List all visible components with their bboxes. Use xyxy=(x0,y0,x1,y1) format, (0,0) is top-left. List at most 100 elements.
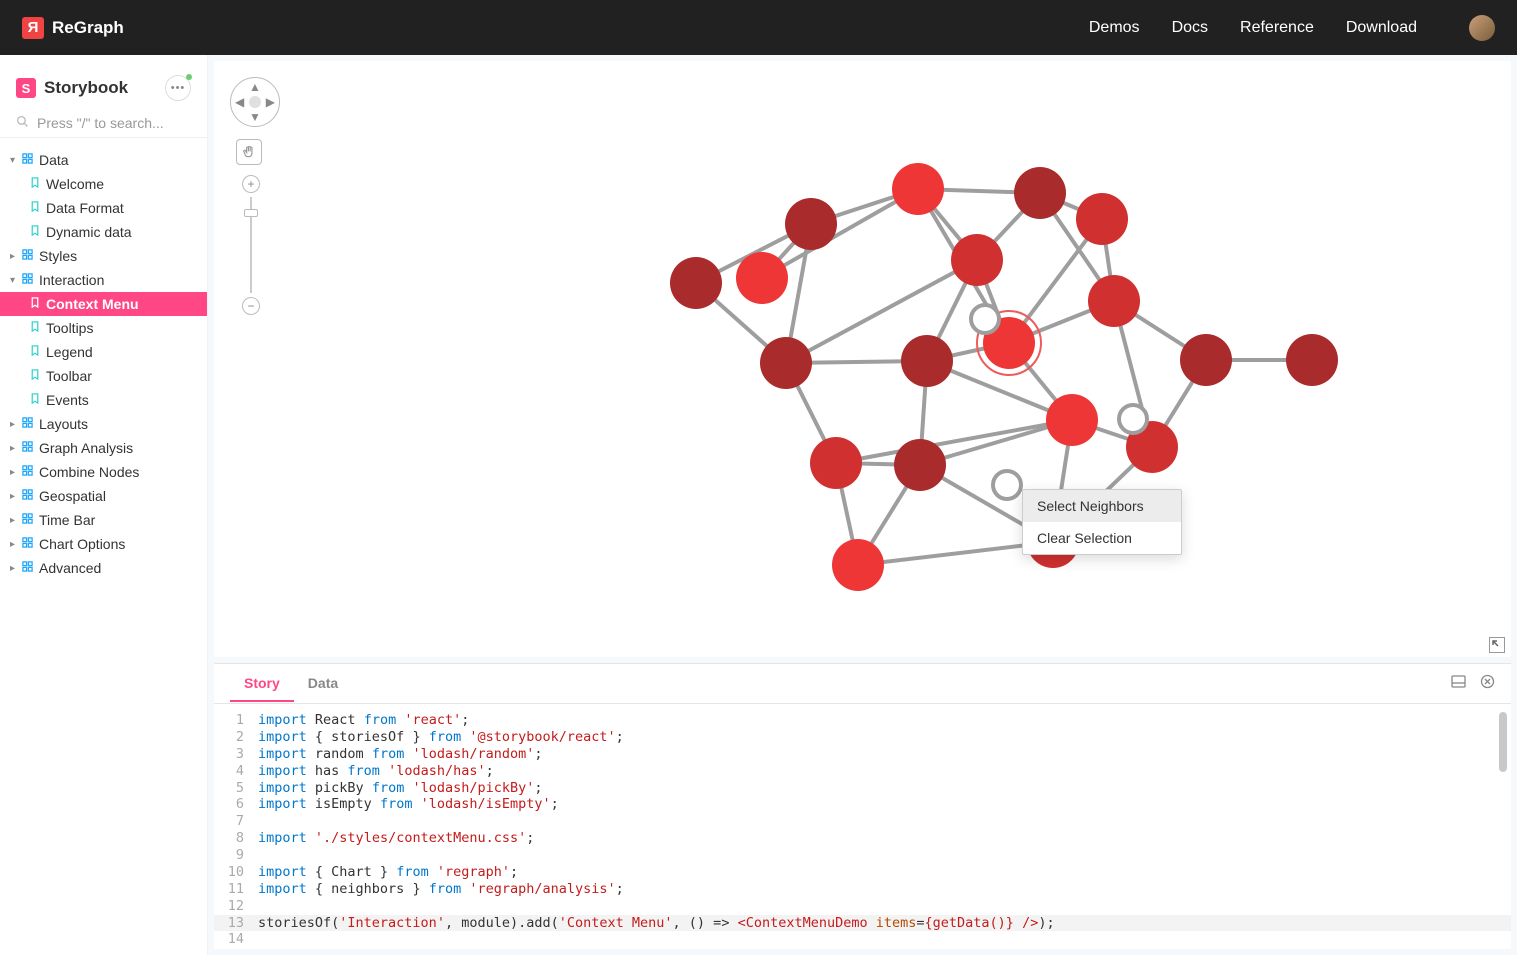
graph-node[interactable] xyxy=(1286,334,1338,386)
graph-node[interactable] xyxy=(892,163,944,215)
tab-data[interactable]: Data xyxy=(294,665,352,702)
caret-icon: ▾ xyxy=(10,275,20,286)
caret-icon: ▸ xyxy=(10,515,20,526)
context-menu-item-clear-selection[interactable]: Clear Selection xyxy=(1023,522,1181,554)
sidebar-menu-button[interactable]: ••• xyxy=(165,75,191,101)
bookmark-icon xyxy=(30,297,40,311)
line-number: 11 xyxy=(214,881,258,898)
item-label: Welcome xyxy=(46,176,104,192)
code-line: 6import isEmpty from 'lodash/isEmpty'; xyxy=(214,796,1511,813)
brand: Я ReGraph xyxy=(22,17,124,39)
scrollbar-thumb[interactable] xyxy=(1499,712,1507,772)
sidebar-item-context-menu[interactable]: Context Menu xyxy=(0,292,207,316)
graph-canvas[interactable]: ▲ ▼ ◀ ▶ + − Select NeighborsClear Select… xyxy=(214,61,1511,657)
code-viewer[interactable]: 1import React from 'react';2import { sto… xyxy=(214,704,1511,949)
pan-left-icon[interactable]: ◀ xyxy=(235,95,244,109)
caret-icon: ▸ xyxy=(10,539,20,550)
sidebar-item-events[interactable]: Events xyxy=(0,388,207,412)
code-line: 13storiesOf('Interaction', module).add('… xyxy=(214,915,1511,932)
sidebar-tree: ▾DataWelcomeData FormatDynamic data▸Styl… xyxy=(0,148,207,580)
nav-reference[interactable]: Reference xyxy=(1240,19,1314,37)
panel-position-icon[interactable] xyxy=(1451,675,1466,692)
sidebar-group-interaction[interactable]: ▾Interaction xyxy=(0,268,207,292)
avatar[interactable] xyxy=(1469,15,1495,41)
sidebar-group-chart-options[interactable]: ▸Chart Options xyxy=(0,532,207,556)
group-label: Layouts xyxy=(39,416,88,432)
sidebar-item-tooltips[interactable]: Tooltips xyxy=(0,316,207,340)
brand-text: ReGraph xyxy=(52,18,124,38)
sidebar-item-legend[interactable]: Legend xyxy=(0,340,207,364)
pan-control[interactable]: ▲ ▼ ◀ ▶ xyxy=(230,77,280,127)
line-number: 6 xyxy=(214,796,258,813)
search-input[interactable] xyxy=(37,115,191,131)
code-line: 7 xyxy=(214,813,1511,830)
sidebar-search xyxy=(0,111,207,138)
graph-node[interactable] xyxy=(785,198,837,250)
line-number: 8 xyxy=(214,830,258,847)
bookmark-icon xyxy=(30,201,40,215)
sidebar-group-graph-analysis[interactable]: ▸Graph Analysis xyxy=(0,436,207,460)
graph-node[interactable] xyxy=(1119,405,1147,433)
group-label: Time Bar xyxy=(39,512,95,528)
graph-node[interactable] xyxy=(1180,334,1232,386)
bookmark-icon xyxy=(30,177,40,191)
sidebar-group-layouts[interactable]: ▸Layouts xyxy=(0,412,207,436)
context-menu-item-select-neighbors[interactable]: Select Neighbors xyxy=(1023,490,1181,522)
code-content: import './styles/contextMenu.css'; xyxy=(258,830,534,847)
sidebar-item-dynamic-data[interactable]: Dynamic data xyxy=(0,220,207,244)
brand-logo: Я xyxy=(22,17,44,39)
nav-demos[interactable]: Demos xyxy=(1089,19,1140,37)
top-header: Я ReGraph Demos Docs Reference Download xyxy=(0,0,1517,55)
line-number: 1 xyxy=(214,712,258,729)
caret-icon: ▸ xyxy=(10,467,20,478)
graph-node[interactable] xyxy=(901,335,953,387)
caret-icon: ▸ xyxy=(10,563,20,574)
pan-right-icon[interactable]: ▶ xyxy=(266,95,275,109)
expand-canvas-button[interactable] xyxy=(1489,637,1505,653)
graph-node[interactable] xyxy=(760,337,812,389)
graph-node[interactable] xyxy=(971,305,999,333)
sidebar-group-time-bar[interactable]: ▸ Time Bar xyxy=(0,508,207,532)
graph-node[interactable] xyxy=(1046,394,1098,446)
grid-icon xyxy=(22,537,33,551)
code-content: import { neighbors } from 'regraph/analy… xyxy=(258,881,624,898)
bookmark-icon xyxy=(30,369,40,383)
graph-node[interactable] xyxy=(1088,275,1140,327)
group-label: Data xyxy=(39,152,69,168)
graph-node[interactable] xyxy=(810,437,862,489)
sidebar-group-advanced[interactable]: ▸Advanced xyxy=(0,556,207,580)
item-label: Tooltips xyxy=(46,320,93,336)
graph-node[interactable] xyxy=(670,257,722,309)
sidebar-group-combine-nodes[interactable]: ▸Combine Nodes xyxy=(0,460,207,484)
line-number: 5 xyxy=(214,780,258,797)
graph-node[interactable] xyxy=(736,252,788,304)
zoom-out-button[interactable]: − xyxy=(242,297,260,315)
code-line: 14 xyxy=(214,931,1511,948)
graph-edge[interactable] xyxy=(762,189,918,278)
sidebar-item-toolbar[interactable]: Toolbar xyxy=(0,364,207,388)
hand-tool[interactable] xyxy=(236,139,262,165)
zoom-handle[interactable] xyxy=(244,209,258,217)
pan-up-icon[interactable]: ▲ xyxy=(249,80,261,94)
graph-node[interactable] xyxy=(894,439,946,491)
nav-download[interactable]: Download xyxy=(1346,19,1417,37)
sidebar-group-styles[interactable]: ▸Styles xyxy=(0,244,207,268)
pan-center-icon[interactable] xyxy=(249,96,261,108)
graph-node[interactable] xyxy=(1076,193,1128,245)
nav-docs[interactable]: Docs xyxy=(1172,19,1208,37)
sidebar: S Storybook ••• ▾DataWelcomeData FormatD… xyxy=(0,55,208,955)
zoom-slider[interactable] xyxy=(250,197,252,293)
graph-node[interactable] xyxy=(1014,167,1066,219)
tab-story[interactable]: Story xyxy=(230,665,294,702)
panel-close-icon[interactable] xyxy=(1480,674,1495,693)
sidebar-group-data[interactable]: ▾Data xyxy=(0,148,207,172)
zoom-in-button[interactable]: + xyxy=(242,175,260,193)
code-line: 8import './styles/contextMenu.css'; xyxy=(214,830,1511,847)
sidebar-group-geospatial[interactable]: ▸Geospatial xyxy=(0,484,207,508)
sidebar-item-data-format[interactable]: Data Format xyxy=(0,196,207,220)
sidebar-item-welcome[interactable]: Welcome xyxy=(0,172,207,196)
graph-node[interactable] xyxy=(993,471,1021,499)
graph-node[interactable] xyxy=(832,539,884,591)
pan-down-icon[interactable]: ▼ xyxy=(249,110,261,124)
graph-node[interactable] xyxy=(951,234,1003,286)
